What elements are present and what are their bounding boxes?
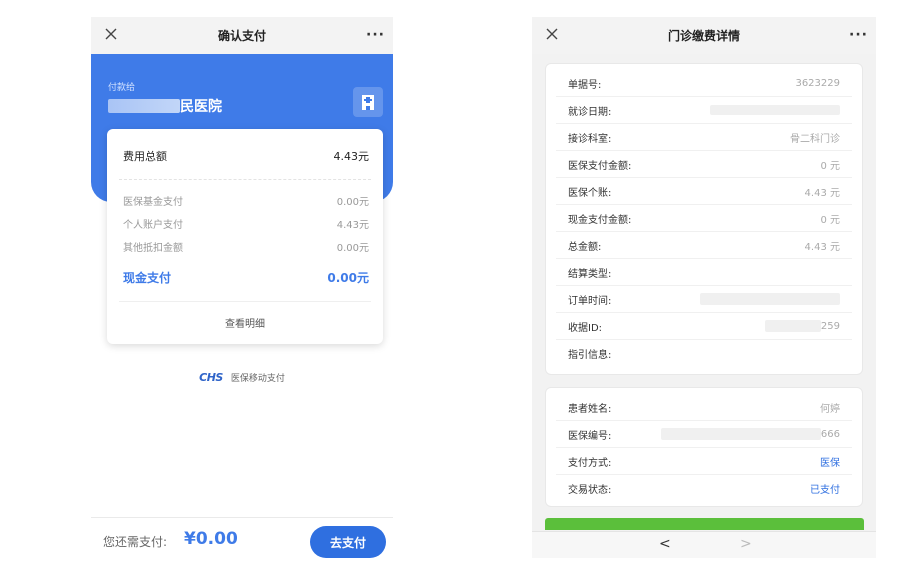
more-icon[interactable]: ···: [849, 27, 868, 43]
close-icon[interactable]: [544, 26, 560, 42]
page-title: 门诊缴费详情: [667, 29, 740, 43]
nav-bar: 确认支付 ···: [91, 17, 393, 54]
back-icon[interactable]: <: [659, 536, 671, 552]
chs-logo: CHS: [199, 371, 223, 384]
action-button[interactable]: [545, 518, 864, 530]
field-label: 指引信息:: [568, 350, 612, 361]
field-row: 接诊科室: 骨二科门诊: [556, 124, 852, 151]
personal-account-row: 个人账户支付 4.43元: [123, 216, 369, 231]
field-row: 医保个账: 4.43 元: [556, 178, 852, 205]
field-row: 现金支付金额: 0 元: [556, 205, 852, 232]
total-row: 费用总额 4.43元: [123, 148, 369, 164]
chs-text: 医保移动支付: [230, 374, 285, 384]
browser-bottom-nav: < >: [532, 531, 876, 558]
field-row: 订单时间:: [556, 286, 852, 313]
hospital-name: 民医院: [108, 97, 222, 115]
field-label: 就诊日期:: [568, 106, 612, 118]
page-title: 确认支付: [217, 29, 266, 43]
pay-to-label: 付款给: [108, 83, 136, 93]
close-icon[interactable]: [103, 26, 119, 42]
personal-account-label: 个人账户支付: [123, 220, 183, 231]
field-value: 666: [820, 428, 840, 440]
divider: [119, 301, 371, 302]
field-value: 3623229: [795, 77, 840, 89]
field-value: 4.43 元: [804, 187, 840, 199]
field-row: 交易状态: 已支付: [546, 475, 862, 502]
confirm-payment-screen: 确认支付 ··· 付款给 民医院 费用总额 4.43元 医保基金支付 0.00元…: [91, 17, 393, 563]
field-row: 患者姓名: 何婷: [556, 394, 852, 421]
field-label: 医保支付金额:: [568, 160, 632, 172]
field-label: 订单时间:: [568, 295, 612, 307]
other-deduction-label: 其他抵扣金额: [123, 243, 183, 254]
amount-due-label: 您还需支付:: [103, 535, 168, 549]
field-value: 0 元: [820, 214, 840, 226]
field-label: 接诊科室:: [568, 133, 612, 145]
total-label: 费用总额: [123, 150, 167, 163]
pay-button[interactable]: 去支付: [310, 526, 386, 558]
field-value: 骨二科门诊: [790, 133, 840, 145]
hospital-icon: [353, 87, 383, 117]
field-row: 收据ID: 259: [556, 313, 852, 340]
field-row: 支付方式: 医保: [556, 448, 852, 475]
redacted-block: [710, 105, 840, 115]
cash-pay-label: 现金支付: [123, 271, 172, 285]
payment-summary-card: 费用总额 4.43元 医保基金支付 0.00元 个人账户支付 4.43元 其他抵…: [107, 129, 383, 344]
field-row: 医保编号: 666: [556, 421, 852, 448]
bottom-pay-bar: 您还需支付: ¥0.00 去支付: [91, 517, 393, 563]
nav-bar: 门诊缴费详情 ···: [532, 17, 876, 54]
field-label: 医保个账:: [568, 187, 612, 199]
field-row: 结算类型:: [556, 259, 852, 286]
chs-branding: CHS 医保移动支付: [91, 371, 393, 384]
patient-info-panel: 患者姓名: 何婷 医保编号: 666 支付方式: 医保 交易状态: 已支付: [545, 387, 863, 507]
field-value: 4.43 元: [804, 241, 840, 253]
fund-pay-value: 0.00元: [336, 197, 369, 208]
field-label: 结算类型:: [568, 268, 612, 280]
fund-pay-label: 医保基金支付: [123, 197, 183, 208]
cash-pay-row: 现金支付 0.00元: [123, 269, 369, 286]
field-label: 现金支付金额:: [568, 214, 632, 226]
field-label: 收据ID:: [568, 322, 603, 334]
field-label: 支付方式:: [568, 457, 612, 469]
field-row: 指引信息:: [546, 340, 862, 367]
other-deduction-value: 0.00元: [336, 243, 369, 254]
field-label: 单据号:: [568, 79, 602, 91]
redacted-block: [764, 320, 821, 332]
field-row: 总金额: 4.43 元: [556, 232, 852, 259]
field-row: 医保支付金额: 0 元: [556, 151, 852, 178]
field-value: 何婷: [820, 403, 840, 415]
field-row: 单据号: 3623229: [556, 70, 852, 97]
personal-account-value: 4.43元: [336, 220, 369, 231]
redacted-block: [660, 428, 821, 440]
fund-pay-row: 医保基金支付 0.00元: [123, 193, 369, 208]
field-label: 交易状态:: [568, 485, 612, 496]
more-icon[interactable]: ···: [366, 27, 385, 43]
outpatient-payment-detail-screen: 门诊缴费详情 ··· 单据号: 3623229 就诊日期: 接诊科室: 骨二科门诊 …: [532, 17, 876, 558]
divider: [119, 179, 371, 180]
redacted-block: [108, 99, 180, 113]
cash-pay-value: 0.00元: [327, 271, 369, 285]
other-deduction-row: 其他抵扣金额 0.00元: [123, 239, 369, 254]
view-details-link[interactable]: 查看明细: [107, 315, 383, 330]
field-label: 总金额:: [568, 241, 602, 253]
field-label: 医保编号:: [568, 430, 612, 442]
forward-icon[interactable]: >: [740, 536, 752, 552]
field-value: 已支付: [810, 485, 840, 496]
bill-info-panel: 单据号: 3623229 就诊日期: 接诊科室: 骨二科门诊 医保支付金额: 0 元 …: [545, 63, 863, 375]
field-label: 患者姓名:: [568, 403, 612, 415]
total-value: 4.43元: [333, 150, 370, 163]
amount-due-value: ¥0.00: [184, 529, 238, 549]
field-value: 医保: [820, 457, 840, 469]
field-row: 就诊日期:: [556, 97, 852, 124]
field-value: 0 元: [820, 160, 840, 172]
field-value: 259: [820, 320, 840, 332]
redacted-block: [700, 293, 840, 305]
